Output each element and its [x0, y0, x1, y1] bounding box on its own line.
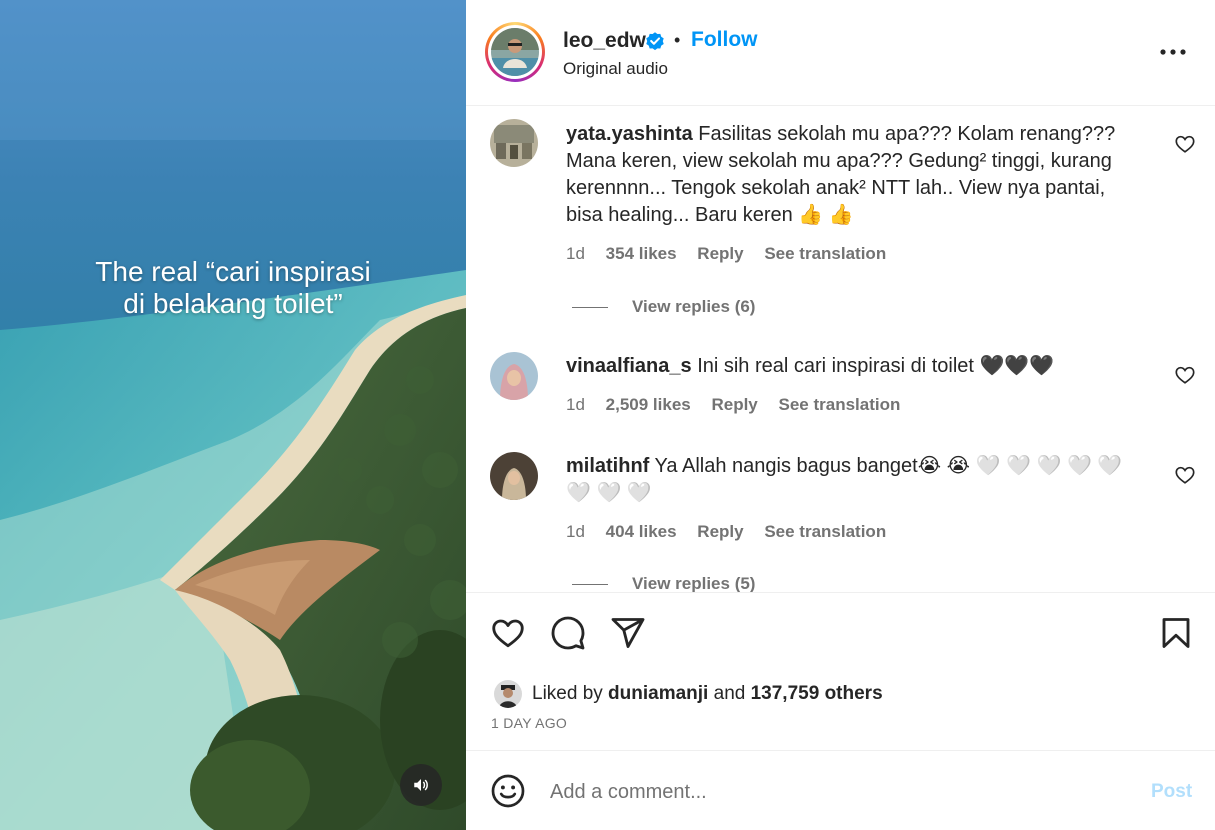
video-caption-overlay: The real “cari inspirasi di belakang toi… [0, 256, 466, 320]
comment-time: 1d [566, 522, 585, 541]
commenter-avatar-image [490, 119, 538, 167]
see-translation-button[interactable]: See translation [779, 395, 901, 414]
comment-text: milatihnf Ya Allah nangis bagus banget😭 … [566, 453, 1141, 507]
post-header: leo_edw • Follow Original audio [466, 0, 1215, 106]
liker-avatar [494, 680, 522, 708]
overlay-line-1: The real “cari inspirasi [95, 256, 371, 287]
bookmark-icon[interactable] [1158, 615, 1194, 651]
liked-by-prefix: Liked by [532, 683, 609, 704]
comment-bubble-icon[interactable] [550, 615, 586, 651]
replies-divider-line [572, 307, 608, 309]
commenter-avatar[interactable] [490, 352, 538, 400]
comments-list[interactable]: yata.yashinta Fasilitas sekolah mu apa??… [466, 107, 1215, 592]
comment-meta: 1d 354 likes Reply See translation [566, 244, 902, 264]
post-actions-section: Liked by duniamanji and 137,759 others 1… [466, 592, 1215, 750]
replies-divider-line [572, 584, 608, 586]
follow-button[interactable]: Follow [691, 28, 758, 52]
audio-toggle-button[interactable] [400, 764, 442, 806]
author-username[interactable]: leo_edw [563, 29, 646, 53]
header-separator: • [674, 30, 681, 50]
send-icon[interactable] [610, 615, 646, 651]
beach-aerial-image [0, 0, 466, 830]
commenter-avatar[interactable] [490, 452, 538, 500]
liked-by-summary[interactable]: Liked by duniamanji and 137,759 others [494, 679, 883, 709]
comment-meta: 1d 404 likes Reply See translation [566, 522, 902, 542]
comment-text: yata.yashinta Fasilitas sekolah mu apa??… [566, 121, 1141, 229]
author-avatar[interactable] [485, 22, 545, 82]
likes-count[interactable]: 137,759 others [751, 683, 883, 705]
post-comment-button[interactable]: Post [1151, 781, 1192, 803]
comment-like-heart-icon[interactable] [1174, 464, 1196, 486]
comment-reply-button[interactable]: Reply [711, 395, 757, 414]
comment-username[interactable]: yata.yashinta [566, 123, 693, 145]
post-details-panel: leo_edw • Follow Original audio yata.yas… [466, 0, 1215, 830]
view-replies-button[interactable]: View replies (5) [572, 574, 755, 592]
add-comment-bar: Post [466, 750, 1215, 830]
see-translation-button[interactable]: See translation [764, 522, 886, 541]
see-translation-button[interactable]: See translation [764, 244, 886, 263]
speaker-icon [414, 779, 428, 791]
comment-likes-count[interactable]: 404 likes [606, 522, 677, 541]
original-audio-link[interactable]: Original audio [563, 59, 668, 79]
overlay-line-2: di belakang toilet” [123, 288, 343, 319]
comment-content: Ini sih real cari inspirasi di toilet 🖤🖤… [697, 355, 1055, 377]
comment-time: 1d [566, 244, 585, 263]
comment-likes-count[interactable]: 354 likes [606, 244, 677, 263]
verified-badge-icon [646, 32, 664, 51]
comment-meta: 1d 2,509 likes Reply See translation [566, 395, 916, 415]
comment-username[interactable]: milatihnf [566, 455, 649, 477]
comment-text: vinaalfiana_s Ini sih real cari inspiras… [566, 353, 1141, 380]
comment-like-heart-icon[interactable] [1174, 364, 1196, 386]
comment-reply-button[interactable]: Reply [697, 244, 743, 263]
commenter-avatar-image [490, 452, 538, 500]
commenter-avatar-image [490, 352, 538, 400]
comment-reply-button[interactable]: Reply [697, 522, 743, 541]
post-timestamp[interactable]: 1 DAY AGO [491, 715, 567, 731]
more-options-icon[interactable] [1158, 42, 1188, 62]
view-replies-label: View replies (6) [632, 297, 756, 316]
author-avatar-image [491, 28, 539, 76]
comment-content: Ya Allah nangis bagus banget😭 😭 🤍 🤍 🤍 🤍 … [566, 455, 1123, 504]
post-media[interactable]: The real “cari inspirasi di belakang toi… [0, 0, 466, 830]
liker-avatar-image [494, 680, 522, 708]
comment-input[interactable] [550, 777, 1110, 807]
liked-by-user[interactable]: duniamanji [608, 683, 708, 705]
commenter-avatar[interactable] [490, 119, 538, 167]
comment-time: 1d [566, 395, 585, 414]
comment-username[interactable]: vinaalfiana_s [566, 355, 692, 377]
emoji-smile-icon[interactable] [490, 773, 526, 809]
liked-by-middle: and [708, 683, 751, 704]
comment-like-heart-icon[interactable] [1174, 133, 1196, 155]
comment-likes-count[interactable]: 2,509 likes [606, 395, 691, 414]
view-replies-button[interactable]: View replies (6) [572, 297, 755, 317]
like-heart-icon[interactable] [490, 615, 526, 651]
view-replies-label: View replies (5) [632, 574, 756, 592]
